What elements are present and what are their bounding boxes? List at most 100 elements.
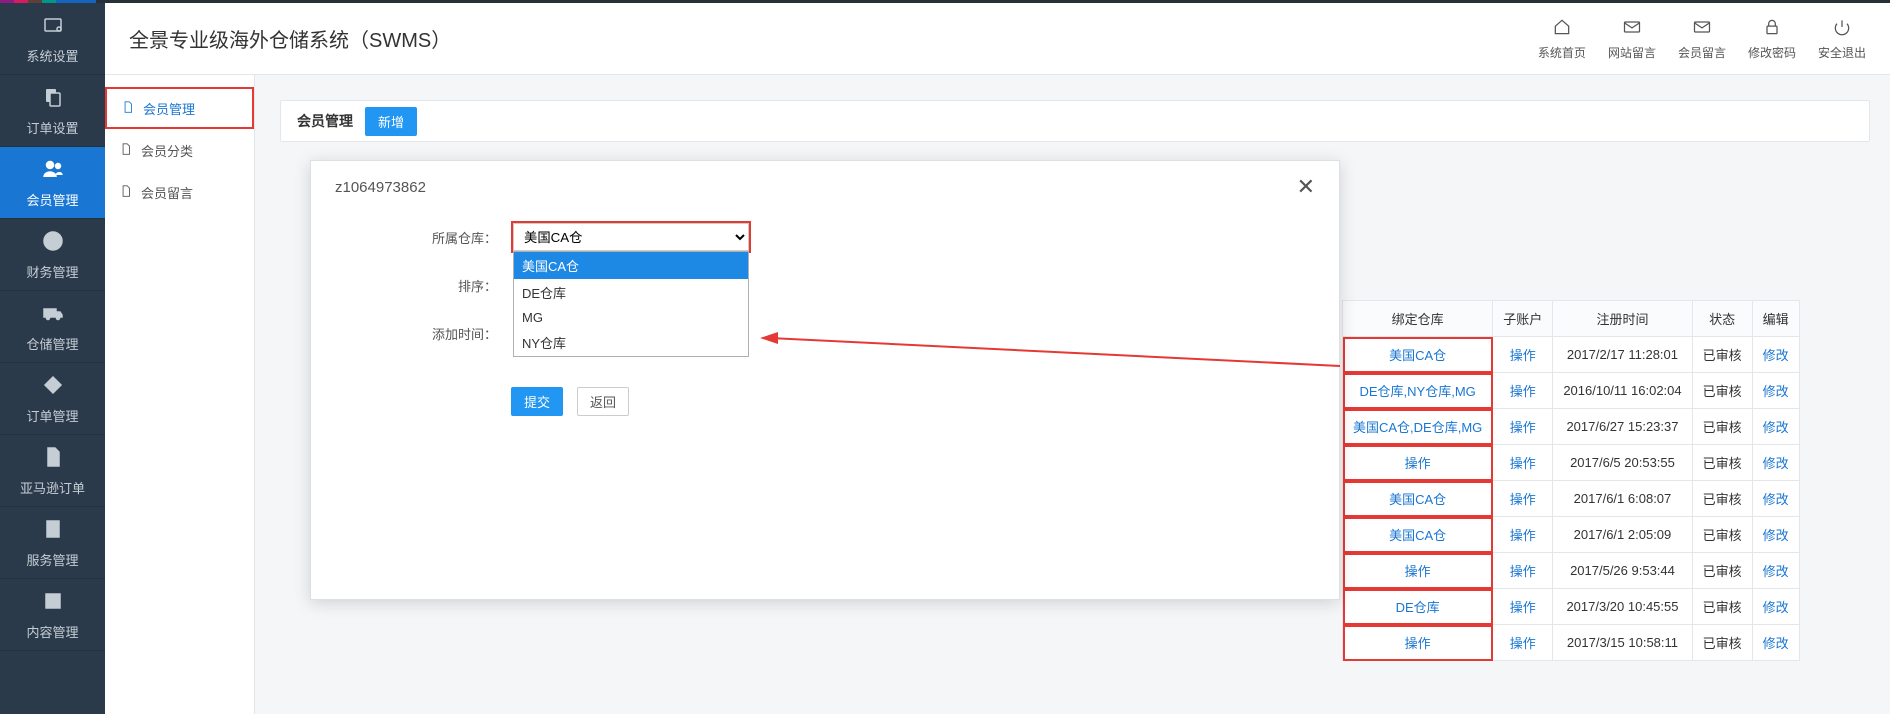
page-icon (41, 517, 65, 544)
sidebar-item-5[interactable]: 订单管理 (0, 363, 105, 435)
sidebar-item-label: 财务管理 (26, 262, 78, 281)
cell-time: 2017/6/1 2:05:09 (1553, 517, 1692, 553)
sub-item-1[interactable]: 会员分类 (105, 129, 254, 171)
sub-link[interactable]: 操作 (1510, 456, 1536, 471)
edit-link[interactable]: 修改 (1763, 600, 1789, 615)
edit-link[interactable]: 修改 (1763, 636, 1789, 651)
header-action-4[interactable]: 安全退出 (1818, 17, 1866, 61)
table-row: 美国CA仓 操作 2017/6/1 2:05:09 已审核 修改 (1343, 517, 1800, 553)
cell-time: 2016/10/11 16:02:04 (1553, 373, 1692, 409)
sub-link[interactable]: 操作 (1510, 636, 1536, 651)
mail-icon (1622, 17, 1642, 40)
sub-link[interactable]: 操作 (1510, 564, 1536, 579)
warehouse-select[interactable]: 美国CA仓 (513, 223, 749, 251)
cell-edit: 修改 (1752, 409, 1799, 445)
sub-link[interactable]: 操作 (1510, 348, 1536, 363)
table-header-4: 编辑 (1752, 301, 1799, 337)
doc-icon (41, 445, 65, 472)
back-button[interactable]: 返回 (577, 387, 629, 416)
sidebar-item-label: 系统设置 (26, 46, 78, 65)
edit-link[interactable]: 修改 (1763, 348, 1789, 363)
dropdown-option-1[interactable]: DE仓库 (514, 279, 748, 306)
modal-title: z1064973862 (335, 179, 1297, 196)
cell-edit: 修改 (1752, 553, 1799, 589)
table-row: 美国CA仓 操作 2017/6/1 6:08:07 已审核 修改 (1343, 481, 1800, 517)
table-header-3: 状态 (1692, 301, 1752, 337)
header-action-3[interactable]: 修改密码 (1748, 17, 1796, 61)
sidebar-item-label: 服务管理 (26, 550, 78, 569)
header-action-1[interactable]: 网站留言 (1608, 17, 1656, 61)
app-title: 全景专业级海外仓储系统（SWMS） (129, 24, 1538, 53)
edit-link[interactable]: 修改 (1763, 492, 1789, 507)
table-row: 操作 操作 2017/6/5 20:53:55 已审核 修改 (1343, 445, 1800, 481)
dropdown-option-2[interactable]: MG (514, 306, 748, 329)
cell-sub: 操作 (1493, 481, 1553, 517)
cell-edit: 修改 (1752, 445, 1799, 481)
sub-link[interactable]: 操作 (1510, 384, 1536, 399)
cell-sub: 操作 (1493, 373, 1553, 409)
sidebar-item-label: 会员管理 (26, 190, 78, 209)
cell-warehouse: DE仓库,NY仓库,MG (1343, 373, 1493, 409)
users-icon (41, 157, 65, 184)
cell-sub: 操作 (1493, 445, 1553, 481)
sub-link[interactable]: 操作 (1510, 528, 1536, 543)
sub-item-label: 会员管理 (143, 99, 195, 118)
dropdown-option-0[interactable]: 美国CA仓 (514, 252, 748, 279)
sidebar-item-2[interactable]: 会员管理 (0, 147, 105, 219)
cell-time: 2017/6/1 6:08:07 (1553, 481, 1692, 517)
sidebar-item-1[interactable]: 订单设置 (0, 75, 105, 147)
sub-item-0[interactable]: 会员管理 (105, 87, 254, 129)
cell-sub: 操作 (1493, 337, 1553, 373)
sidebar-item-label: 仓储管理 (26, 334, 78, 353)
word-icon (41, 589, 65, 616)
edit-link[interactable]: 修改 (1763, 456, 1789, 471)
sub-item-label: 会员留言 (141, 183, 193, 202)
warehouse-link[interactable]: 操作 (1405, 456, 1431, 471)
sidebar-item-3[interactable]: 财务管理 (0, 219, 105, 291)
header-action-2[interactable]: 会员留言 (1678, 17, 1726, 61)
edit-link[interactable]: 修改 (1763, 384, 1789, 399)
cell-status: 已审核 (1692, 337, 1752, 373)
dropdown-option-3[interactable]: NY仓库 (514, 329, 748, 356)
cell-warehouse: 操作 (1343, 553, 1493, 589)
sidebar-sub: 会员管理会员分类会员留言 (105, 75, 255, 714)
cell-status: 已审核 (1692, 481, 1752, 517)
table-row: 操作 操作 2017/3/15 10:58:11 已审核 修改 (1343, 625, 1800, 661)
cell-time: 2017/3/20 10:45:55 (1553, 589, 1692, 625)
close-icon[interactable]: ✕ (1297, 174, 1315, 200)
warehouse-link[interactable]: DE仓库,NY仓库,MG (1360, 384, 1476, 399)
sub-link[interactable]: 操作 (1510, 420, 1536, 435)
sidebar-item-8[interactable]: 内容管理 (0, 579, 105, 651)
sidebar-item-0[interactable]: 系统设置 (0, 3, 105, 75)
cell-warehouse: 美国CA仓,DE仓库,MG (1343, 409, 1493, 445)
warehouse-link[interactable]: DE仓库 (1396, 600, 1440, 615)
cell-edit: 修改 (1752, 589, 1799, 625)
file-icon (121, 100, 135, 117)
warehouse-link[interactable]: 美国CA仓 (1389, 492, 1446, 507)
warehouse-link[interactable]: 操作 (1405, 564, 1431, 579)
data-table: 绑定仓库子账户注册时间状态编辑 美国CA仓 操作 2017/2/17 11:28… (1342, 300, 1800, 661)
warehouse-link[interactable]: 美国CA仓,DE仓库,MG (1353, 420, 1482, 435)
edit-link[interactable]: 修改 (1763, 528, 1789, 543)
header-action-0[interactable]: 系统首页 (1538, 17, 1586, 61)
cell-status: 已审核 (1692, 553, 1752, 589)
warehouse-link[interactable]: 美国CA仓 (1389, 348, 1446, 363)
sort-label: 排序： (311, 276, 511, 295)
edit-link[interactable]: 修改 (1763, 420, 1789, 435)
modal-header: z1064973862 ✕ (311, 161, 1339, 213)
cell-warehouse: 操作 (1343, 625, 1493, 661)
sub-link[interactable]: 操作 (1510, 492, 1536, 507)
cell-warehouse: 操作 (1343, 445, 1493, 481)
sub-item-2[interactable]: 会员留言 (105, 171, 254, 213)
sidebar-item-6[interactable]: 亚马逊订单 (0, 435, 105, 507)
submit-button[interactable]: 提交 (511, 387, 563, 416)
header: 全景专业级海外仓储系统（SWMS） 系统首页网站留言会员留言修改密码安全退出 (105, 3, 1890, 75)
modal-dialog: z1064973862 ✕ 所属仓库： 美国CA仓 美国CA仓DE仓库MGNY仓… (310, 160, 1340, 600)
add-button[interactable]: 新增 (365, 107, 417, 136)
warehouse-link[interactable]: 操作 (1405, 636, 1431, 651)
warehouse-link[interactable]: 美国CA仓 (1389, 528, 1446, 543)
edit-link[interactable]: 修改 (1763, 564, 1789, 579)
sidebar-item-7[interactable]: 服务管理 (0, 507, 105, 579)
sidebar-item-4[interactable]: 仓储管理 (0, 291, 105, 363)
sub-link[interactable]: 操作 (1510, 600, 1536, 615)
